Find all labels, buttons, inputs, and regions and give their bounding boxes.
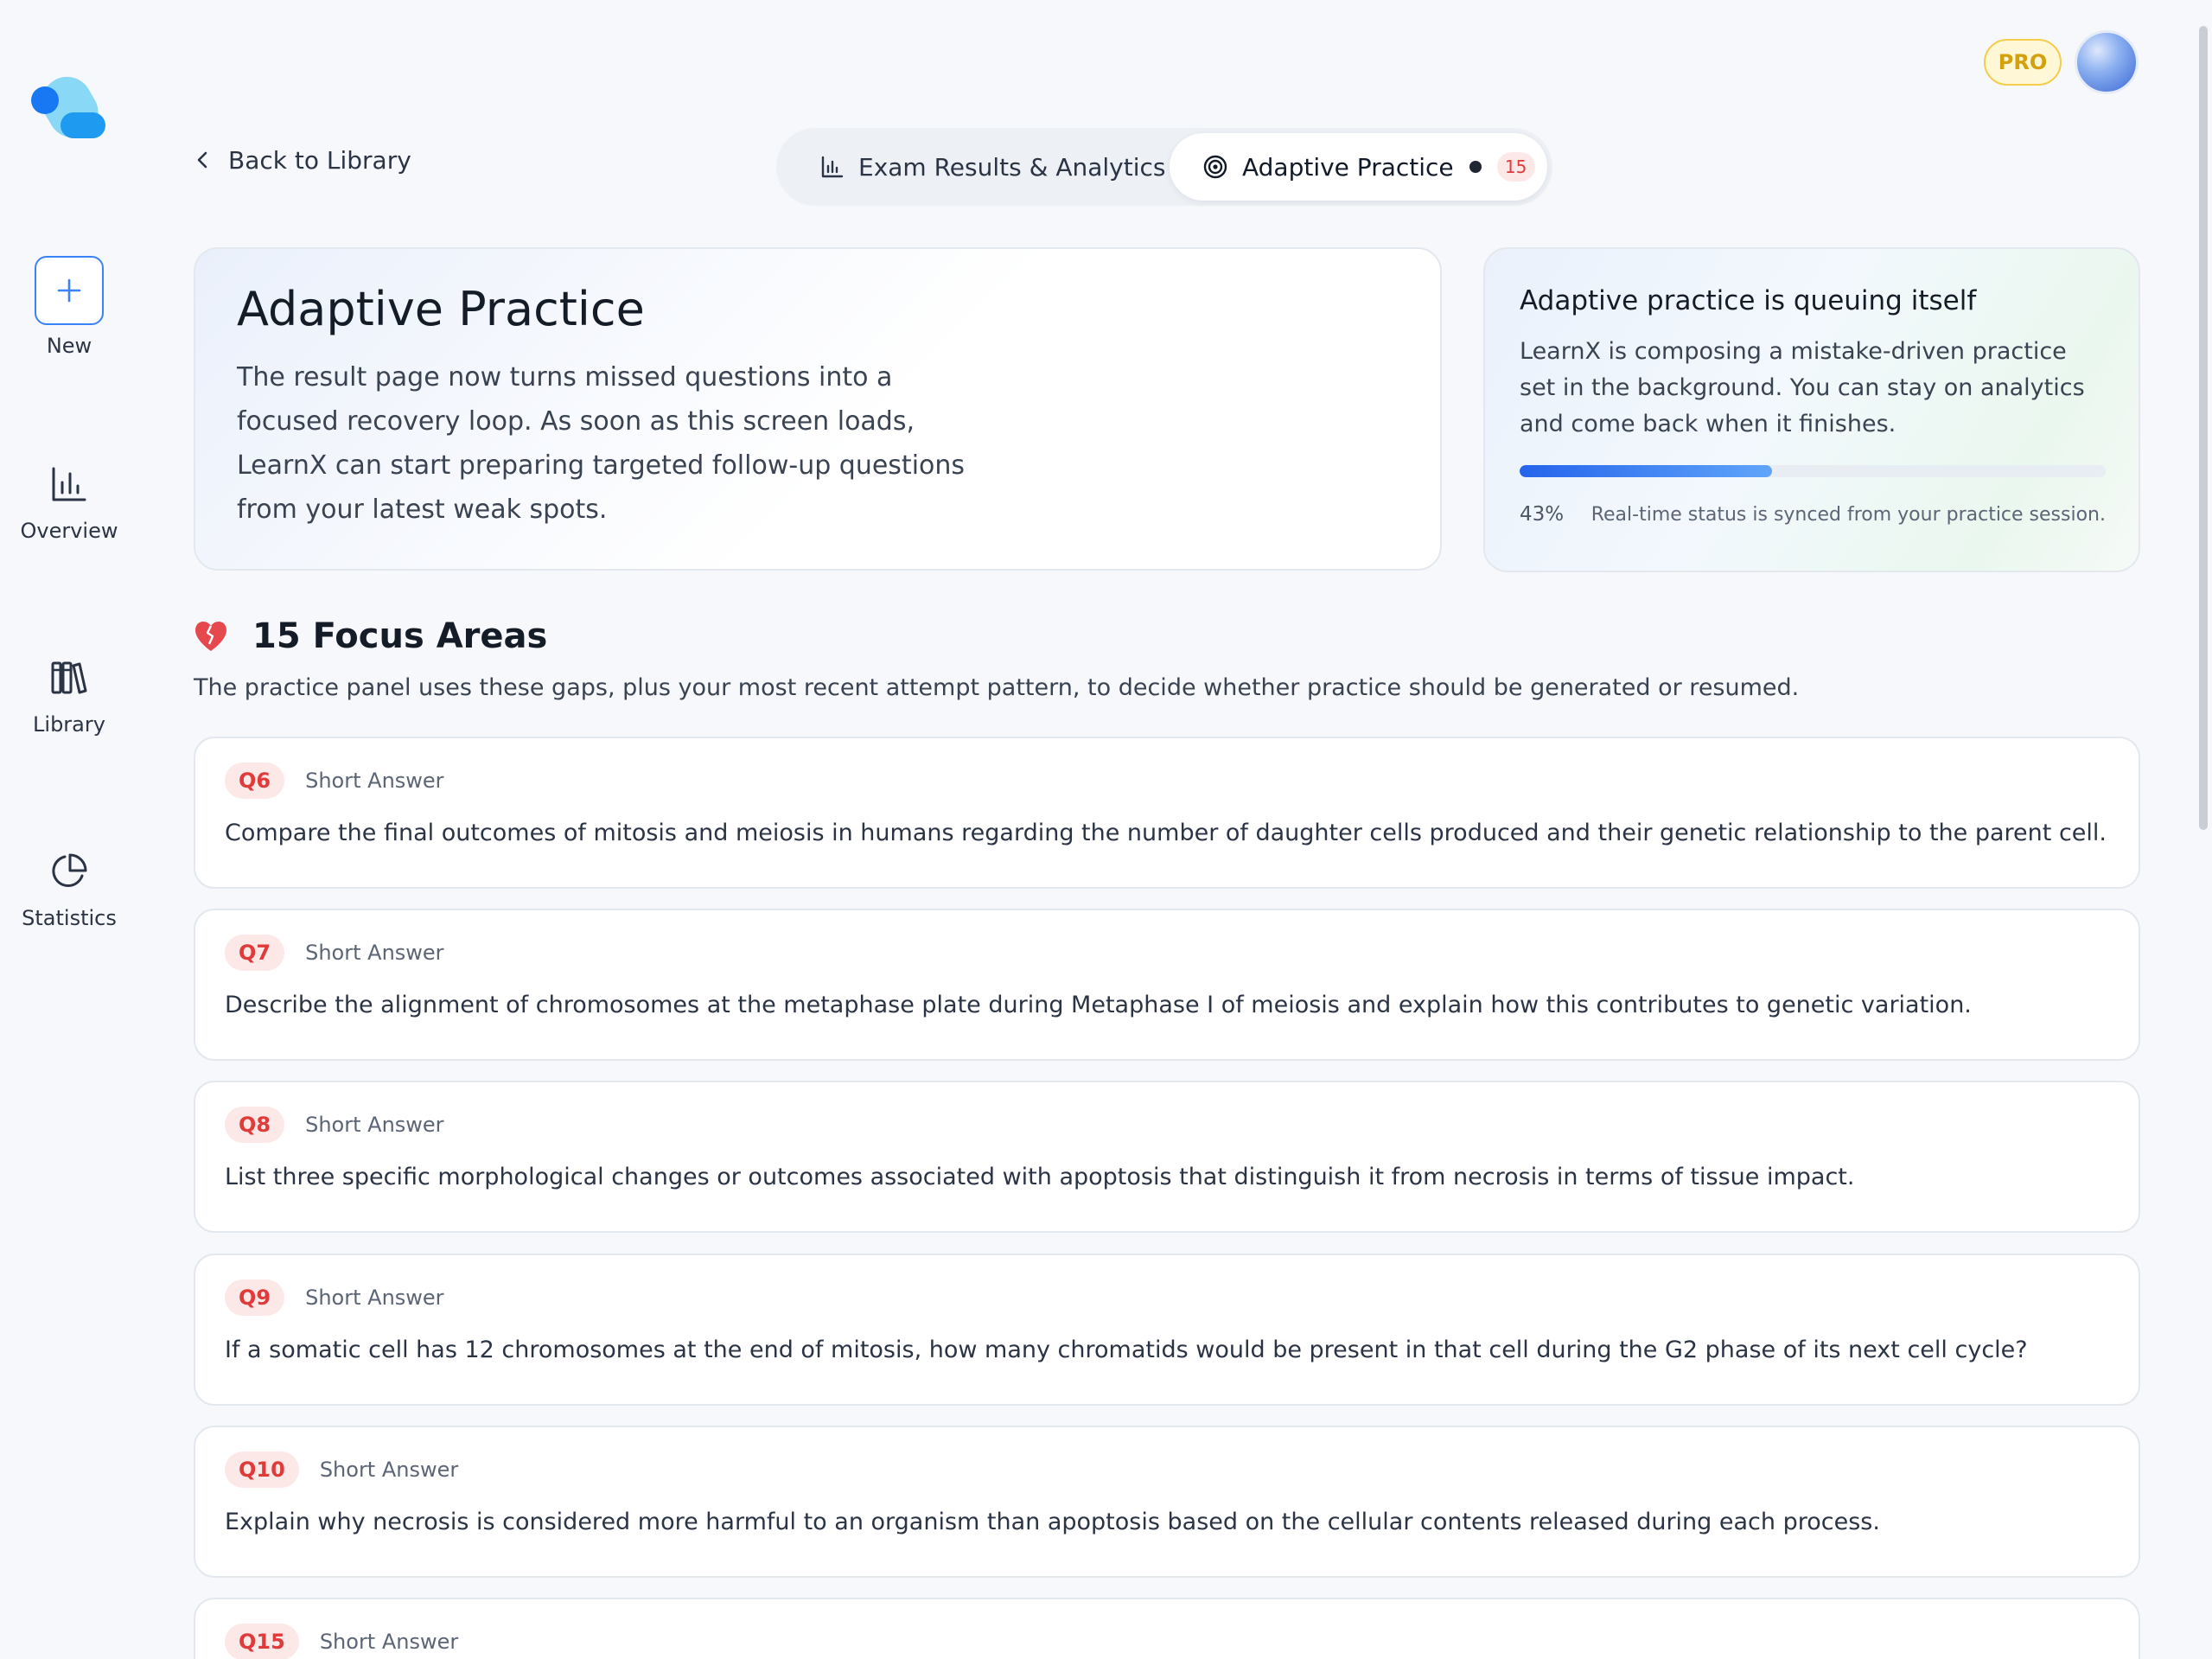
books-icon: [51, 661, 87, 694]
sidebar-item-new[interactable]: New: [0, 256, 138, 358]
sidebar-item-label: New: [46, 334, 92, 358]
question-type: Short Answer: [305, 1286, 444, 1310]
question-text: List three specific morphological change…: [225, 1164, 1855, 1190]
question-card[interactable]: Q10 Short Answer Explain why necrosis is…: [194, 1426, 2140, 1578]
progress-bar: [1520, 465, 2106, 477]
pro-badge[interactable]: PRO: [1984, 39, 2062, 86]
focus-areas-header: 15 Focus Areas: [194, 612, 547, 660]
question-card[interactable]: Q15 Short Answer: [194, 1598, 2140, 1659]
question-type: Short Answer: [319, 1630, 459, 1654]
question-id-badge: Q7: [225, 935, 285, 971]
question-id-badge: Q9: [225, 1279, 285, 1316]
question-card[interactable]: Q8 Short Answer List three specific morp…: [194, 1081, 2140, 1233]
plus-icon: [57, 278, 81, 303]
focus-areas-title: 15 Focus Areas: [252, 616, 548, 656]
hero-card: Adaptive Practice The result page now tu…: [194, 247, 1442, 571]
sidebar-item-library[interactable]: Library: [0, 652, 138, 737]
question-type: Short Answer: [305, 941, 444, 965]
page-scrollbar[interactable]: [2197, 0, 2212, 1659]
pie-chart-icon: [52, 853, 87, 888]
chevron-left-icon: [197, 151, 207, 169]
sidebar-item-label: Statistics: [22, 906, 117, 930]
back-label: Back to Library: [228, 145, 411, 175]
sidebar-item-label: Overview: [20, 519, 118, 543]
question-text: Explain why necrosis is considered more …: [225, 1509, 1880, 1535]
bar-chart-icon: [821, 156, 844, 178]
tab-exam-results[interactable]: Exam Results & Analytics: [781, 133, 1170, 201]
learnx-logo[interactable]: [31, 67, 109, 147]
sidebar: New Overview Library Statistics: [0, 0, 138, 1659]
sidebar-item-overview[interactable]: Overview: [0, 458, 138, 543]
page-title: Adaptive Practice: [237, 282, 645, 336]
active-indicator-dot: [1469, 161, 1482, 173]
status-description: LearnX is composing a mistake-driven pra…: [1520, 338, 2085, 437]
question-text: If a somatic cell has 12 chromosomes at …: [225, 1337, 2028, 1363]
question-id-badge: Q6: [225, 763, 285, 799]
hero-description: The result page now turns missed questio…: [237, 362, 966, 525]
question-id-badge: Q15: [225, 1624, 299, 1659]
view-tabs: Exam Results & Analytics Adaptive Practi…: [776, 128, 1552, 206]
sidebar-item-statistics[interactable]: Statistics: [0, 845, 138, 930]
question-card[interactable]: Q7 Short Answer Describe the alignment o…: [194, 909, 2140, 1061]
progress-percent: 43%: [1520, 503, 1565, 526]
app-root: New Overview Library Statistics PRO Back…: [0, 0, 2212, 1659]
focus-count-badge: 15: [1496, 152, 1535, 182]
bar-chart-icon: [52, 467, 86, 501]
new-button[interactable]: [35, 256, 104, 325]
tab-label: Exam Results & Analytics: [858, 152, 1166, 182]
progress-fill: [1520, 465, 1772, 477]
tab-adaptive-practice[interactable]: Adaptive Practice 15: [1169, 133, 1547, 201]
question-text: Compare the final outcomes of mitosis an…: [225, 820, 2107, 846]
practice-status-card: Adaptive practice is queuing itself Lear…: [1483, 247, 2140, 572]
question-card[interactable]: Q6 Short Answer Compare the final outcom…: [194, 737, 2140, 889]
status-title: Adaptive practice is queuing itself: [1520, 285, 1977, 316]
question-card[interactable]: Q9 Short Answer If a somatic cell has 12…: [194, 1254, 2140, 1406]
question-type: Short Answer: [305, 769, 444, 793]
broken-heart-icon: [195, 622, 226, 651]
scrollbar-thumb[interactable]: [2199, 26, 2208, 830]
question-type: Short Answer: [319, 1458, 459, 1482]
question-id-badge: Q8: [225, 1107, 285, 1143]
question-type: Short Answer: [305, 1113, 444, 1137]
question-text: Describe the alignment of chromosomes at…: [225, 992, 1972, 1018]
target-icon: [1203, 155, 1227, 179]
sidebar-item-label: Library: [33, 712, 105, 737]
question-id-badge: Q10: [225, 1452, 299, 1488]
back-to-library-link[interactable]: Back to Library: [195, 143, 411, 177]
avatar[interactable]: [2075, 30, 2139, 94]
sync-note: Real-time status is synced from your pra…: [1590, 503, 2106, 526]
tab-label: Adaptive Practice: [1241, 152, 1454, 182]
focus-areas-subtitle: The practice panel uses these gaps, plus…: [194, 674, 1800, 701]
